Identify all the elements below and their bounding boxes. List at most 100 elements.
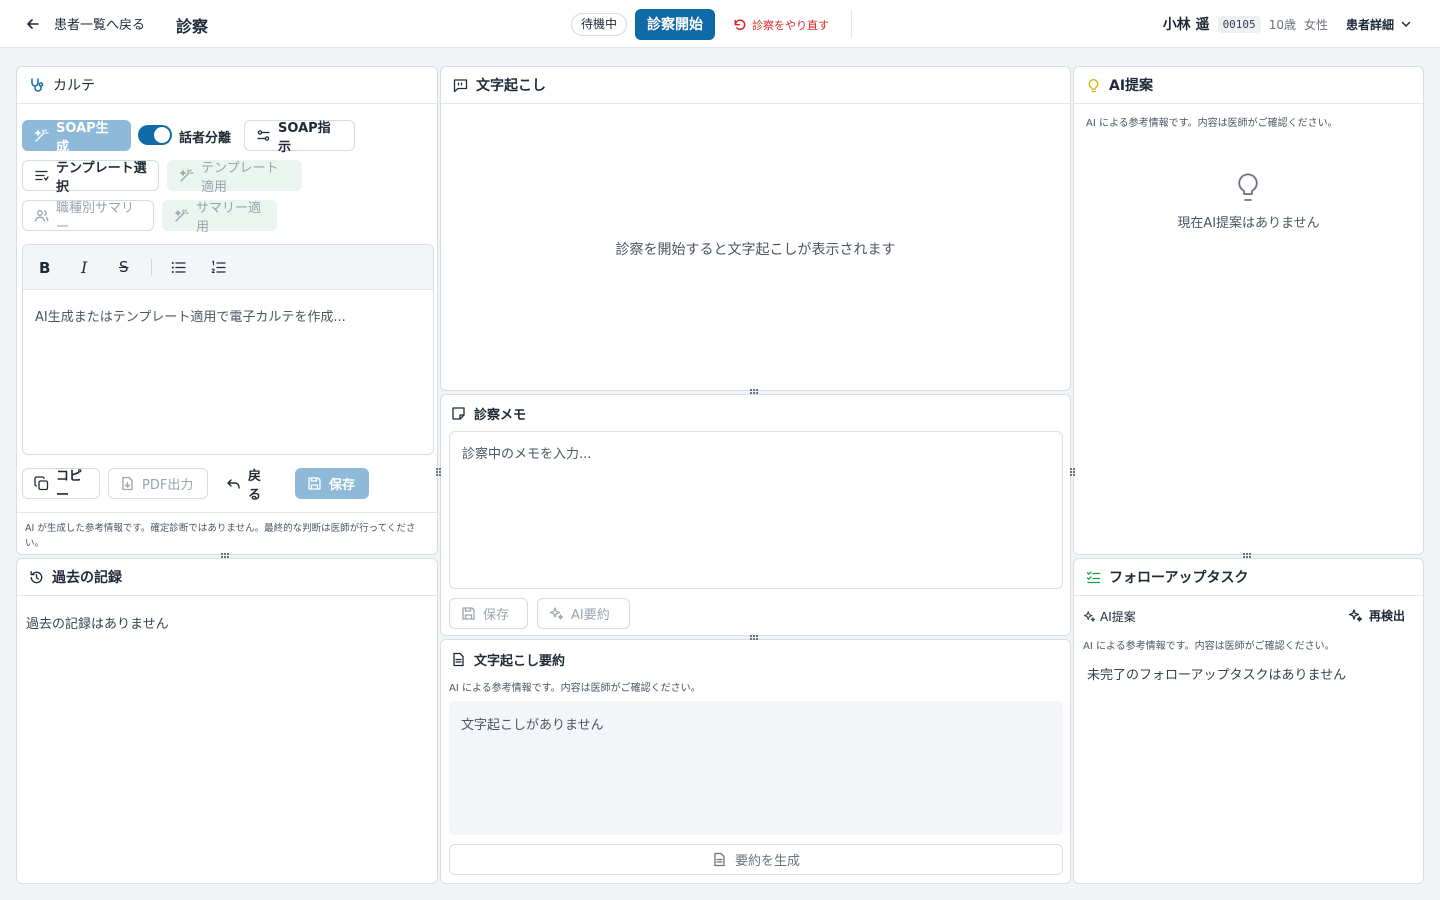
back-to-patient-list-button[interactable]: 患者一覧へ戻る — [26, 14, 145, 33]
list-checks-icon — [1086, 570, 1101, 585]
role-summary-button[interactable]: 職種別サマリー — [22, 200, 154, 235]
karte-save-button[interactable]: 保存 — [295, 468, 369, 499]
redetect-label: 再検出 — [1368, 609, 1405, 623]
start-consultation-button[interactable]: 診察開始 — [635, 9, 716, 40]
memo-save-button[interactable]: 保存 — [449, 598, 528, 629]
ai-title: AI提案 — [1109, 78, 1154, 94]
bold-button[interactable]: B — [39, 259, 50, 277]
copy-icon — [34, 476, 49, 491]
pdf-export-label: PDF出力 — [142, 478, 194, 493]
sparkles-icon — [549, 606, 564, 621]
resize-handle[interactable] — [1070, 468, 1076, 480]
resize-handle[interactable] — [436, 468, 442, 480]
copy-button[interactable]: コピー — [22, 468, 100, 503]
rotate-ccw-icon — [733, 18, 747, 32]
history-title: 過去の記録 — [52, 570, 122, 586]
lightbulb-icon — [1234, 171, 1262, 203]
redetect-button[interactable]: 再検出 — [1348, 607, 1405, 624]
karte-save-label: 保存 — [329, 478, 356, 493]
memo-input[interactable]: 診察中のメモを入力... — [449, 431, 1063, 589]
header-divider — [851, 10, 852, 38]
speaker-separation-toggle[interactable] — [138, 125, 172, 145]
soap-instruction-button[interactable]: SOAP指示 — [244, 120, 355, 155]
status-badge: 待機中 — [571, 13, 628, 36]
karte-disclaimer: AI が生成した参考情報です。確定診断ではありません。最終的な判断は医師が行って… — [25, 523, 416, 549]
strikethrough-button[interactable]: S — [119, 258, 129, 276]
italic-button[interactable]: I — [81, 258, 87, 277]
memo-panel: 診察メモ 診察中のメモを入力... 保存 AI要約 — [440, 394, 1071, 636]
memo-ai-summary-button[interactable]: AI要約 — [537, 598, 630, 629]
speaker-separation-label: 話者分離 — [179, 131, 232, 146]
soap-instruction-label: SOAP指示 — [278, 120, 331, 155]
save-icon — [461, 606, 476, 621]
summary-title: 文字起こし要約 — [474, 653, 566, 669]
redo-label: 診察をやり直す — [752, 18, 830, 32]
pdf-export-button[interactable]: PDF出力 — [108, 468, 208, 499]
lightbulb-icon — [1086, 78, 1101, 93]
soap-generate-button[interactable]: SOAP生成 — [22, 120, 131, 155]
patient-detail-dropdown[interactable]: 患者詳細 — [1346, 16, 1412, 33]
stethoscope-icon — [29, 77, 45, 93]
memo-ai-summary-label: AI要約 — [571, 608, 610, 623]
copy-label: コピー — [56, 468, 83, 503]
patient-info: 小林 遥 00105 10歳 女性 患者詳細 — [1163, 14, 1412, 34]
history-header: 過去の記録 — [17, 559, 437, 596]
sparkles-icon — [1348, 608, 1363, 623]
ai-note: AI による参考情報です。内容は医師がご確認ください。 — [1086, 118, 1338, 129]
arrow-left-icon — [26, 17, 40, 31]
resize-handle[interactable] — [750, 635, 762, 641]
summary-note: AI による参考情報です。内容は医師がご確認ください。 — [449, 683, 701, 694]
memo-title: 診察メモ — [474, 407, 527, 423]
transcript-header: 文字起こし — [441, 67, 1070, 104]
redo-consultation-button[interactable]: 診察をやり直す — [733, 17, 829, 33]
file-text-icon — [451, 652, 466, 667]
patient-name: 小林 遥 — [1162, 17, 1210, 33]
transcript-panel: 文字起こし 診察を開始すると文字起こしが表示されます — [440, 66, 1071, 391]
resize-handle[interactable] — [750, 389, 762, 395]
resize-handle[interactable] — [221, 553, 233, 559]
file-download-icon — [120, 476, 135, 491]
summary-header: 文字起こし要約 — [441, 640, 1070, 678]
transcript-empty: 診察を開始すると文字起こしが表示されます — [615, 242, 896, 258]
followup-note: AI による参考情報です。内容は医師がご確認ください。 — [1083, 641, 1335, 652]
summary-apply-button[interactable]: サマリー適用 — [162, 200, 277, 235]
message-square-quote-icon — [453, 78, 468, 93]
transcript-summary-panel: 文字起こし要約 AI による参考情報です。内容は医師がご確認ください。 文字起こ… — [440, 639, 1071, 884]
ai-empty: 現在AI提案はありません — [1177, 216, 1320, 231]
users-icon — [34, 208, 49, 223]
file-text-icon — [712, 852, 727, 867]
summary-content: 文字起こしがありません — [449, 701, 1063, 835]
generate-summary-button[interactable]: 要約を生成 — [449, 844, 1063, 875]
memo-save-label: 保存 — [483, 608, 510, 623]
sliders-icon — [256, 128, 271, 143]
patient-sex: 女性 — [1303, 17, 1328, 32]
template-apply-label: テンプレート適用 — [201, 160, 279, 195]
karte-panel: カルテ SOAP生成 話者分離 SOAP指示 テンプレート選択 テンプレート適用… — [16, 66, 438, 555]
numbered-list-icon[interactable] — [211, 260, 226, 275]
resize-handle[interactable] — [1243, 553, 1255, 559]
patient-age: 10歳 — [1268, 17, 1296, 32]
editor-content[interactable]: AI生成またはテンプレート適用で電子カルテを作成... — [23, 290, 433, 341]
summary-apply-label: サマリー適用 — [196, 200, 262, 235]
followup-ai-label: AI提案 — [1100, 610, 1136, 624]
bullet-list-icon[interactable] — [171, 260, 186, 275]
memo-header: 診察メモ — [441, 395, 1070, 431]
history-panel: 過去の記録 過去の記録はありません — [16, 558, 438, 884]
role-summary-label: 職種別サマリー — [56, 200, 135, 235]
template-select-label: テンプレート選択 — [56, 160, 147, 195]
template-select-button[interactable]: テンプレート選択 — [22, 160, 159, 195]
ai-header: AI提案 — [1074, 67, 1423, 104]
editor-toolbar: B I S — [23, 245, 433, 290]
followup-title: フォローアップタスク — [1109, 570, 1249, 586]
followup-empty: 未完了のフォローアップタスクはありません — [1087, 668, 1347, 683]
followup-panel: フォローアップタスク AI提案 再検出 AI による参考情報です。内容は医師がご… — [1073, 558, 1424, 884]
karte-editor: B I S AI生成またはテンプレート適用で電子カルテを作成... — [22, 244, 434, 455]
magic-wand-icon — [34, 128, 49, 143]
summary-empty: 文字起こしがありません — [461, 718, 604, 733]
karte-title: カルテ — [53, 78, 95, 94]
history-empty: 過去の記録はありません — [26, 617, 169, 632]
template-apply-button[interactable]: テンプレート適用 — [167, 160, 302, 195]
undo-button[interactable]: 戻る — [214, 468, 284, 503]
sticky-note-icon — [451, 406, 466, 421]
session-controls: 待機中 診察開始 診察をやり直す — [571, 9, 829, 40]
